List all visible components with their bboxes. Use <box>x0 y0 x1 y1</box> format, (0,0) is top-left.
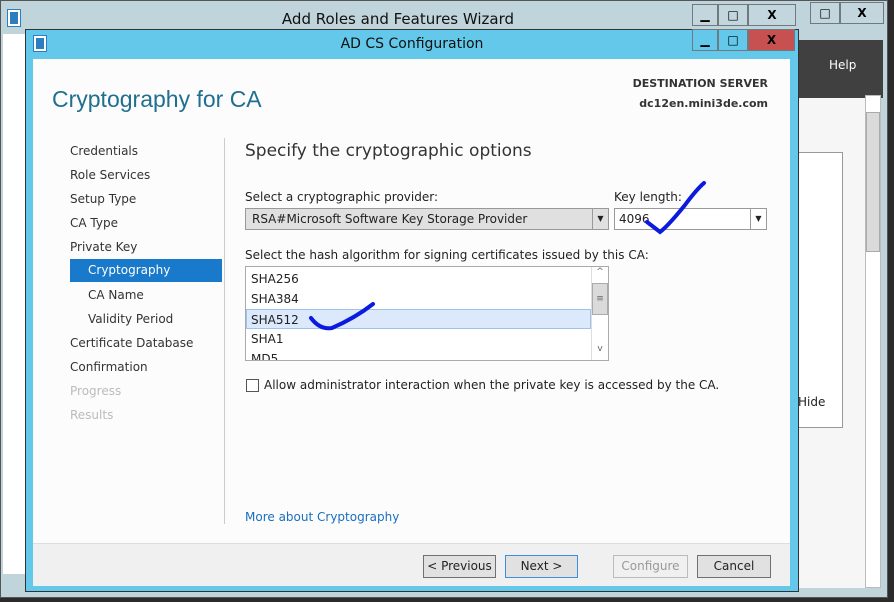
annotation-marks <box>309 181 706 331</box>
checkmark-annotation-key-length <box>645 181 706 235</box>
checkmark-annotation-sha512 <box>309 302 375 331</box>
